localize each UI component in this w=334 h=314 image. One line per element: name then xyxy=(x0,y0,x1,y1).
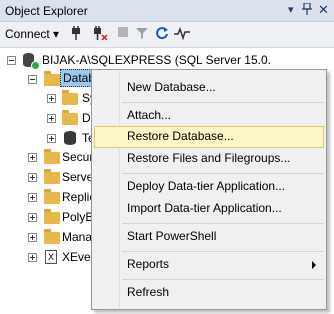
pin-icon[interactable] xyxy=(302,2,312,18)
menu-separator xyxy=(122,251,324,252)
expand-icon[interactable] xyxy=(47,94,56,103)
expand-icon[interactable] xyxy=(28,193,37,202)
menu-item-label: Start PowerShell xyxy=(127,229,217,243)
tree-item-label: Mana xyxy=(62,230,93,244)
refresh-icon[interactable] xyxy=(154,26,170,42)
expand-icon[interactable] xyxy=(28,213,37,222)
tree-item-label: Serve xyxy=(62,170,94,184)
menu-item-label: Reports xyxy=(127,257,170,271)
folder-icon xyxy=(62,90,78,105)
folder-icon xyxy=(44,169,60,184)
object-explorer-titlebar: Object Explorer ▾ ✕ xyxy=(0,0,334,22)
expand-icon[interactable] xyxy=(28,153,37,162)
folder-icon xyxy=(62,110,78,125)
menu-item-new-database[interactable]: New Database... xyxy=(94,77,324,99)
menu-item-refresh[interactable]: Refresh xyxy=(94,282,324,304)
menu-item-reports[interactable]: Reports xyxy=(94,254,324,276)
menu-separator xyxy=(122,173,324,174)
expand-icon[interactable] xyxy=(28,173,37,182)
expand-icon[interactable] xyxy=(47,114,56,123)
connect-button[interactable]: Connect ▾ xyxy=(5,27,59,41)
tree-item-label: PolyB xyxy=(62,210,94,224)
menu-item-start-powershell[interactable]: Start PowerShell xyxy=(94,226,324,248)
folder-icon xyxy=(44,209,60,224)
menu-item-label: Restore Files and Filegroups... xyxy=(127,151,291,165)
submenu-arrow-icon xyxy=(312,261,316,269)
dropdown-icon[interactable]: ▾ xyxy=(288,3,294,16)
tree-item-label: XEver xyxy=(62,250,95,264)
menu-item-label: Restore Database... xyxy=(127,129,234,143)
database-icon xyxy=(64,131,76,145)
panel-title: Object Explorer xyxy=(5,4,88,18)
tree-item-label: Secur xyxy=(62,150,94,164)
folder-icon xyxy=(44,71,60,86)
server-icon xyxy=(23,53,40,70)
menu-separator xyxy=(122,102,324,103)
connect-plug-icon[interactable] xyxy=(68,26,84,42)
expand-icon[interactable] xyxy=(47,134,56,143)
xevent-icon: X xyxy=(45,250,57,264)
expand-icon[interactable] xyxy=(28,253,37,262)
menu-item-attach[interactable]: Attach... xyxy=(94,105,324,127)
menu-item-deploy-data-tier[interactable]: Deploy Data-tier Application... xyxy=(94,176,324,198)
activity-monitor-icon[interactable] xyxy=(174,26,190,42)
close-icon[interactable]: ✕ xyxy=(318,2,329,18)
menu-item-label: Import Data-tier Application... xyxy=(127,201,282,215)
menu-item-restore-database[interactable]: Restore Database... xyxy=(94,126,324,148)
menu-item-import-data-tier[interactable]: Import Data-tier Application... xyxy=(94,198,324,220)
folder-icon xyxy=(44,189,60,204)
menu-item-label: Refresh xyxy=(127,285,170,299)
tree-item-label: D xyxy=(82,111,91,125)
menu-separator xyxy=(122,279,324,280)
expand-icon[interactable] xyxy=(28,233,37,242)
menu-item-label: Attach... xyxy=(127,108,172,122)
stop-icon[interactable] xyxy=(115,26,131,42)
collapse-icon[interactable] xyxy=(28,75,37,84)
menu-item-label: Deploy Data-tier Application... xyxy=(127,179,286,193)
folder-icon xyxy=(44,229,60,244)
menu-item-label: New Database... xyxy=(127,80,216,94)
folder-icon xyxy=(44,149,60,164)
object-explorer-toolbar: Connect ▾ xyxy=(0,22,334,48)
menu-separator xyxy=(122,223,324,224)
filter-icon[interactable] xyxy=(134,26,150,42)
server-label: BIJAK-A\SQLEXPRESS (SQL Server 15.0. xyxy=(42,53,271,67)
menu-item-restore-files[interactable]: Restore Files and Filegroups... xyxy=(94,148,324,170)
collapse-icon[interactable] xyxy=(7,56,16,65)
context-menu: New Database... Attach... Restore Databa… xyxy=(91,69,327,310)
disconnect-plug-icon[interactable] xyxy=(92,26,108,42)
